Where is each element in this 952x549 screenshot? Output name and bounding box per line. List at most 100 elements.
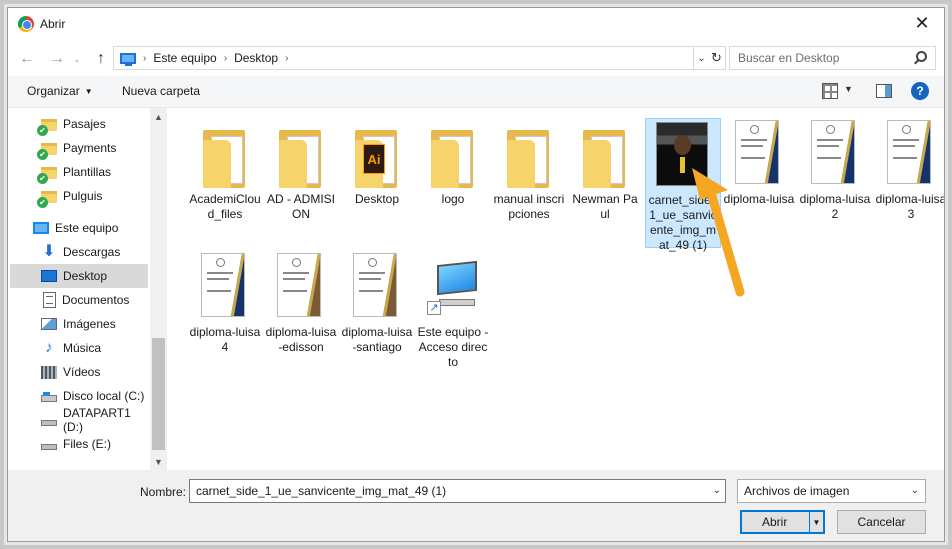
title-bar: Abrir ✕ [8, 8, 944, 40]
open-button[interactable]: Abrir ▼ [740, 510, 825, 534]
shortcut-arrow-icon: ↗ [427, 301, 441, 315]
file-item-label: diploma-luisa-edisson [265, 325, 337, 354]
file-name-input[interactable]: carnet_side_1_ue_sanvicente_img_mat_49 (… [189, 479, 726, 503]
diploma-thumbnail-icon [277, 253, 321, 317]
sidebar-item-label: Este equipo [55, 221, 119, 235]
file-item-desktop-folder[interactable]: Ai Desktop [339, 118, 415, 248]
drive-icon [41, 444, 57, 450]
close-button[interactable]: ✕ [900, 8, 944, 38]
sidebar-item-este-equipo[interactable]: Este equipo [10, 216, 148, 240]
file-item-academicloud-files[interactable]: AcademiCloud_files [187, 118, 263, 248]
help-icon[interactable]: ? [911, 82, 929, 100]
sidebar-item-files-e[interactable]: Files (E:) [10, 432, 148, 456]
back-button[interactable]: ← [16, 48, 38, 70]
organize-button[interactable]: Organizar ▼ [27, 84, 93, 98]
pictures-icon [41, 318, 57, 330]
help-label: ? [916, 84, 924, 98]
scroll-up-icon[interactable]: ▲ [150, 108, 167, 125]
file-item-label: diploma-luisa4 [189, 325, 261, 354]
sidebar-item-plantillas[interactable]: Plantillas [10, 160, 148, 184]
scrollbar-thumb[interactable] [152, 338, 165, 450]
forward-button[interactable]: → [46, 48, 68, 70]
recent-locations-button[interactable]: ⌄ [70, 48, 84, 70]
file-item-carnet-photo[interactable]: carnet_side_1_ue_sanvicente_img_mat_49 (… [645, 118, 721, 252]
desktop-icon [41, 270, 57, 282]
breadcrumb-este-equipo[interactable]: Este equipo [153, 51, 216, 65]
cancel-button[interactable]: Cancelar [837, 510, 926, 534]
search-box[interactable]: Buscar en Desktop [729, 46, 936, 70]
file-item-diploma-luisa-edisson[interactable]: diploma-luisa-edisson [263, 251, 339, 381]
breadcrumb-separator-icon: › [285, 52, 289, 64]
new-folder-button[interactable]: Nueva carpeta [122, 84, 200, 98]
organize-label: Organizar [27, 84, 80, 98]
file-item-este-equipo-shortcut[interactable]: ↗ Este equipo - Acceso directo [415, 251, 491, 381]
diploma-thumbnail-icon [887, 120, 931, 184]
address-tools: ⌄ ↻ [694, 46, 726, 70]
file-item-label: AD - ADMISION [266, 192, 335, 221]
sidebar-item-videos[interactable]: Vídeos [10, 360, 148, 384]
computer-icon [33, 222, 49, 234]
chevron-down-icon: ⌄ [910, 485, 919, 496]
sidebar-item-desktop[interactable]: Desktop [10, 264, 148, 288]
sidebar-item-label: Vídeos [63, 365, 101, 379]
folder-icon [507, 130, 549, 188]
sidebar-scrollbar[interactable]: ▲ ▼ [150, 108, 167, 470]
sidebar-item-label: Payments [63, 141, 117, 155]
drive-icon [41, 420, 57, 426]
file-item-manual-inscripciones[interactable]: manual inscripciones [491, 118, 567, 248]
sidebar-item-payments[interactable]: Payments [10, 136, 148, 160]
breadcrumb-desktop[interactable]: Desktop [234, 51, 278, 65]
sidebar-item-label: Disco local (C:) [63, 389, 145, 403]
sidebar-item-label: Desktop [63, 269, 108, 283]
address-bar[interactable]: › Este equipo › Desktop › [113, 46, 694, 70]
file-item-diploma-luisa3[interactable]: diploma-luisa3 [873, 118, 944, 248]
file-item-diploma-luisa4[interactable]: diploma-luisa4 [187, 251, 263, 381]
file-item-diploma-luisa[interactable]: diploma-luisa [721, 118, 797, 248]
open-options-caret-icon[interactable]: ▼ [809, 512, 823, 532]
folder-sync-icon [37, 119, 57, 136]
chevron-down-icon[interactable]: ⌄ [713, 480, 721, 502]
sidebar-item-pulguis[interactable]: Pulguis [10, 184, 148, 208]
sidebar-item-label: Pulguis [63, 189, 103, 203]
file-item-label: manual inscripciones [493, 192, 565, 221]
close-icon: ✕ [914, 12, 930, 33]
file-item-label: carnet_side_1_ue_sanvicente_img_mat_49 (… [648, 193, 718, 252]
sidebar-item-imagenes[interactable]: Imágenes [10, 312, 148, 336]
dialog-title: Abrir [40, 17, 66, 31]
file-list-view: AcademiCloud_files AD - ADMISION Ai Desk… [168, 108, 944, 470]
file-item-newman-paul[interactable]: Newman Paul [567, 118, 643, 248]
change-view-icon[interactable] [822, 83, 838, 99]
documents-icon [43, 292, 56, 308]
illustrator-icon: Ai [363, 144, 385, 174]
file-item-diploma-luisa2[interactable]: diploma-luisa2 [797, 118, 873, 248]
sidebar-item-musica[interactable]: ♪ Música [10, 336, 148, 360]
sidebar-item-label: Documentos [62, 293, 130, 307]
view-options-caret-icon[interactable]: ▼ [844, 84, 853, 94]
chevron-down-icon: ⌄ [73, 54, 81, 64]
forward-arrow-icon: → [49, 50, 65, 67]
scroll-down-icon[interactable]: ▼ [150, 453, 167, 470]
folder-icon [279, 130, 321, 188]
sidebar-item-disco-local-c[interactable]: Disco local (C:) [10, 384, 148, 408]
command-bar: Organizar ▼ Nueva carpeta ▼ ? [8, 76, 944, 108]
folder-sync-icon [37, 191, 57, 208]
file-item-label: Desktop [354, 192, 400, 206]
file-item-ad-admision[interactable]: AD - ADMISION [263, 118, 339, 248]
sidebar-item-descargas[interactable]: ⬇ Descargas [10, 240, 148, 264]
file-name-label: Nombre: [140, 485, 187, 499]
sidebar-item-documentos[interactable]: Documentos [10, 288, 148, 312]
address-dropdown-button[interactable]: ⌄ [694, 47, 709, 69]
diploma-thumbnail-icon [353, 253, 397, 317]
preview-pane-icon[interactable] [876, 84, 892, 98]
open-file-dialog: Abrir ✕ ← → ⌄ ↑ › Este equipo › Desktop … [7, 7, 945, 542]
up-button[interactable]: ↑ [90, 48, 112, 70]
sidebar-item-label: Imágenes [63, 317, 116, 331]
sidebar-item-datapart1-d[interactable]: DATAPART1 (D:) [10, 406, 148, 434]
file-item-diploma-luisa-santiago[interactable]: diploma-luisa-santiago [339, 251, 415, 381]
search-placeholder: Buscar en Desktop [738, 51, 840, 65]
refresh-button[interactable]: ↻ [709, 47, 724, 69]
file-type-filter[interactable]: Archivos de imagen ⌄ [737, 479, 926, 503]
sidebar-item-pasajes[interactable]: Pasajes [10, 112, 148, 136]
file-item-label: diploma-luisa2 [799, 192, 871, 221]
file-item-logo[interactable]: logo [415, 118, 491, 248]
